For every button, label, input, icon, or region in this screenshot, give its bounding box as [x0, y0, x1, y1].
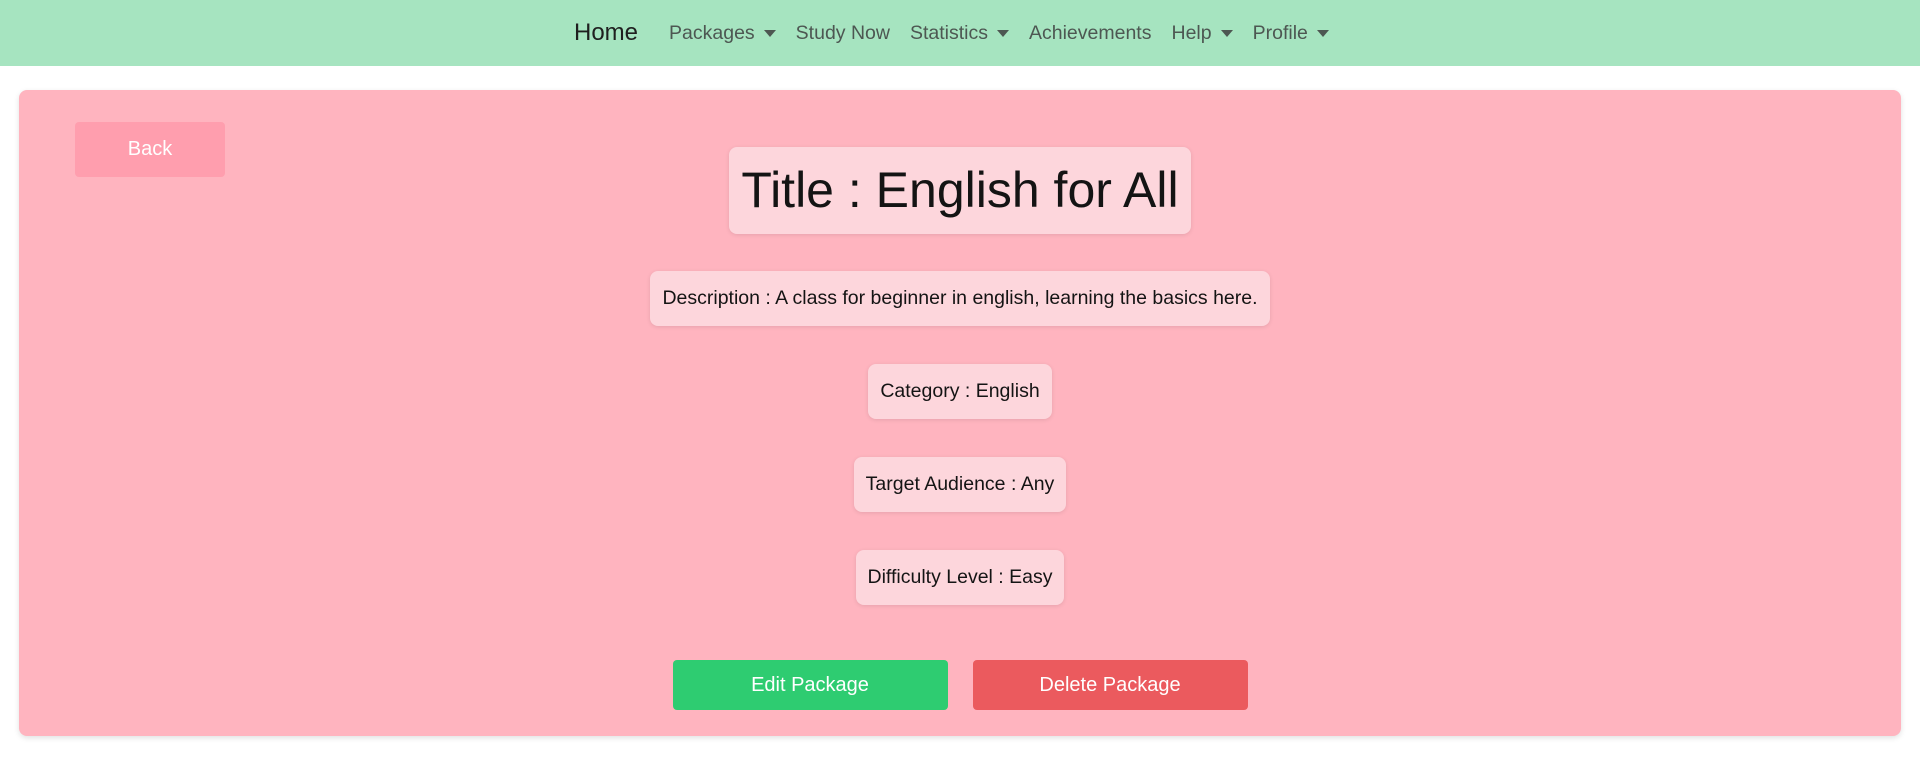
description-row: Description : A class for beginner in en…	[19, 271, 1901, 326]
caret-down-icon	[997, 30, 1009, 37]
nav-study-now-label: Study Now	[795, 21, 890, 44]
category-row: Category : English	[19, 364, 1901, 419]
package-detail-card: Back Title : English for All Description…	[19, 90, 1901, 736]
package-target-audience: Target Audience : Any	[853, 457, 1067, 512]
edit-package-button[interactable]: Edit Package	[672, 660, 948, 710]
package-description: Description : A class for beginner in en…	[650, 271, 1270, 326]
package-title: Title : English for All	[729, 147, 1191, 234]
nav-home-link[interactable]: Home	[574, 19, 638, 47]
nav-achievements-label: Achievements	[1029, 21, 1152, 44]
nav-achievements-link[interactable]: Achievements	[1029, 22, 1151, 45]
nav-packages-dropdown[interactable]: Packages	[669, 22, 776, 45]
caret-down-icon	[1316, 30, 1329, 37]
caret-down-icon	[763, 30, 776, 37]
nav-study-now-link[interactable]: Study Now	[796, 22, 890, 45]
nav-help-dropdown[interactable]: Help	[1171, 21, 1233, 45]
target-audience-row: Target Audience : Any	[19, 457, 1901, 512]
nav-help-label: Help	[1171, 21, 1212, 44]
action-buttons: Edit Package Delete Package	[19, 660, 1901, 710]
caret-down-icon	[1220, 30, 1233, 37]
nav-statistics-dropdown[interactable]: Statistics	[910, 22, 1009, 45]
package-category: Category : English	[868, 364, 1052, 419]
title-row: Title : English for All	[19, 147, 1901, 234]
nav-packages-label: Packages	[669, 21, 755, 44]
difficulty-row: Difficulty Level : Easy	[19, 550, 1901, 605]
nav-profile-label: Profile	[1252, 21, 1308, 44]
nav-profile-dropdown[interactable]: Profile	[1253, 22, 1329, 45]
top-navbar: Home Packages Study Now Statistics Achie…	[0, 0, 1920, 66]
package-difficulty: Difficulty Level : Easy	[855, 550, 1065, 605]
nav-statistics-label: Statistics	[909, 21, 988, 44]
delete-package-button[interactable]: Delete Package	[972, 660, 1248, 710]
nav-links: Home Packages Study Now Statistics Achie…	[574, 0, 1349, 66]
